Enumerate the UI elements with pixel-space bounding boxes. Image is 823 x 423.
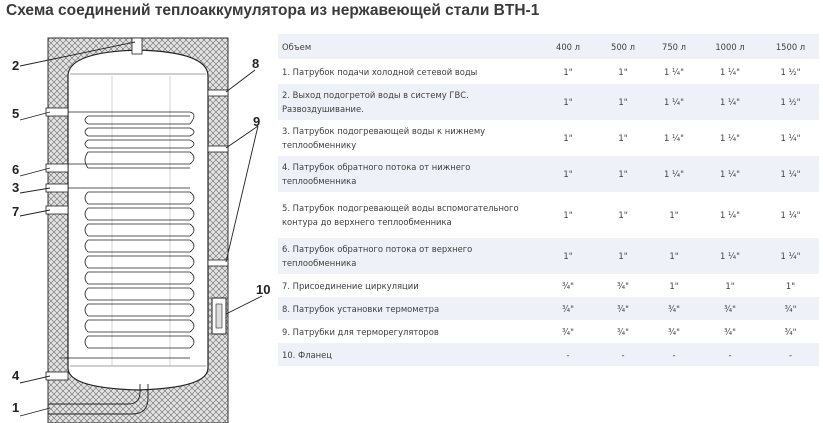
cell-value: ¾" <box>617 326 629 337</box>
callout-2: 2 <box>12 58 19 73</box>
row-name: 10. Фланец <box>278 343 540 366</box>
row-name: 6. Патрубок обратного потока от верхнего… <box>278 238 540 274</box>
cell-value: 1 ¼" <box>780 133 801 143</box>
cell-value: - <box>698 343 762 366</box>
cell-value: 1 ¼" <box>780 210 801 220</box>
column-header-volume: 400 л <box>540 34 596 59</box>
cell-value: ¾" <box>784 326 797 337</box>
callout-9: 9 <box>253 114 260 129</box>
table-row: 7. Присоединение циркуляции ¾" ¾" 1" 1" … <box>278 274 819 297</box>
table-row: 3. Патрубок подогревающей воды к нижнему… <box>278 120 819 156</box>
cell-value: 1" <box>540 156 596 192</box>
cell-value: 1" <box>540 84 596 120</box>
cell-value: 1 ¼" <box>720 133 740 143</box>
cell-value: ¾" <box>762 297 819 320</box>
cell-value: 1 ¼" <box>762 238 819 274</box>
cell-value: ¾" <box>698 297 762 320</box>
row-name: 1. Патрубок подачи холодной сетевой воды <box>282 66 478 77</box>
column-header-volume: 1000 л <box>698 34 762 59</box>
row-name: 9. Патрубки для терморегуляторов <box>282 326 439 337</box>
column-header-volume: 500 л <box>596 34 650 59</box>
cell-value: 1" <box>669 210 679 220</box>
table-row: 8. Патрубок установки термометра ¾" ¾" ¾… <box>278 297 819 320</box>
connections-table: Объем 400 л 500 л 750 л 1000 л 1500 л 1.… <box>278 34 819 366</box>
cell-value: ¾" <box>596 297 650 320</box>
callout-3: 3 <box>12 180 19 195</box>
cell-value: 1" <box>596 238 650 274</box>
cell-value: ¾" <box>562 326 574 337</box>
cell-value: 1" <box>563 133 573 143</box>
cell-value: ¾" <box>540 297 596 320</box>
cell-value: 1" <box>563 66 573 77</box>
cell-value: ¾" <box>562 280 574 291</box>
cell-value: 1" <box>618 133 628 143</box>
cell-value: 1 ½" <box>762 84 819 120</box>
callout-8: 8 <box>252 56 259 71</box>
row-name: 7. Присоединение циркуляции <box>282 280 419 291</box>
cell-value: - <box>540 343 596 366</box>
cell-value: 1 ½" <box>780 66 801 77</box>
table-row: 6. Патрубок обратного потока от верхнего… <box>278 238 819 274</box>
cell-value: ¾" <box>668 326 680 337</box>
cell-value: 1 ¼" <box>698 238 762 274</box>
cell-value: 1" <box>669 280 679 291</box>
cell-value: - <box>596 343 650 366</box>
table-header-row: Объем 400 л 500 л 750 л 1000 л 1500 л <box>278 34 819 59</box>
column-header-name: Объем <box>278 34 540 59</box>
cell-value: 1" <box>618 210 628 220</box>
column-header-volume: 750 л <box>650 34 698 59</box>
cell-value: ¾" <box>650 297 698 320</box>
callout-7: 7 <box>12 204 19 219</box>
table-row: 4. Патрубок обратного потока от нижнего … <box>278 156 819 192</box>
cell-value: 1 ¼" <box>664 133 684 143</box>
cell-value: 1" <box>725 280 735 291</box>
row-name: 5. Патрубок подогревающей воды вспомогат… <box>282 203 519 227</box>
cell-value: ¾" <box>724 326 736 337</box>
cell-value: 1 ¼" <box>698 156 762 192</box>
cell-value: 1 ¼" <box>720 210 740 220</box>
cell-value: 1 ¼" <box>664 66 684 77</box>
cell-value: 1 ¼" <box>698 84 762 120</box>
callout-4: 4 <box>12 368 20 383</box>
cell-value: 1 ¼" <box>650 84 698 120</box>
row-name: 3. Патрубок подогревающей воды к нижнему… <box>282 126 486 150</box>
callout-1: 1 <box>12 400 19 415</box>
row-name: 4. Патрубок обратного потока от нижнего … <box>278 156 540 192</box>
table-row: 5. Патрубок подогревающей воды вспомогат… <box>278 192 819 238</box>
page-title: Схема соединений теплоаккумулятора из не… <box>6 2 540 19</box>
cell-value: 1" <box>650 238 698 274</box>
table-row: 2. Выход подогретой воды в систему ГВС. … <box>278 84 819 120</box>
callout-5: 5 <box>12 106 19 121</box>
row-name: 8. Патрубок установки термометра <box>278 297 540 320</box>
table-row: 9. Патрубки для терморегуляторов ¾" ¾" ¾… <box>278 320 819 343</box>
cell-value: - <box>762 343 819 366</box>
tank-schematic: 2 5 6 3 7 4 1 8 9 10 <box>12 37 270 423</box>
row-name: 2. Выход подогретой воды в систему ГВС. … <box>278 84 540 120</box>
cell-value: 1" <box>596 84 650 120</box>
cell-value: 1 ¼" <box>720 66 740 77</box>
table-row: 10. Фланец - - - - - <box>278 343 819 366</box>
cell-value: 1 ¼" <box>762 156 819 192</box>
cell-value: 1" <box>563 210 573 220</box>
cell-value: 1 ¼" <box>650 156 698 192</box>
top-outlet-pipe <box>131 37 143 55</box>
cell-value: 1" <box>618 66 628 77</box>
cell-value: 1" <box>785 280 796 291</box>
callout-10: 10 <box>256 282 270 297</box>
column-header-volume: 1500 л <box>762 34 819 59</box>
callout-6: 6 <box>12 162 19 177</box>
cell-value: 1" <box>540 238 596 274</box>
cell-value: ¾" <box>617 280 629 291</box>
cell-value: - <box>650 343 698 366</box>
table-row: 1. Патрубок подачи холодной сетевой воды… <box>278 59 819 84</box>
cell-value: 1" <box>596 156 650 192</box>
